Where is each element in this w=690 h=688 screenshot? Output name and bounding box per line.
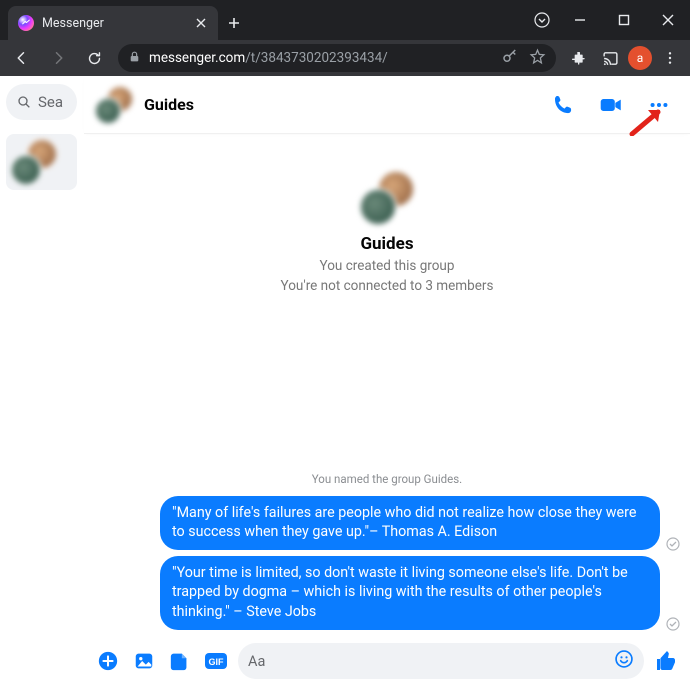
browser-tab[interactable]: Messenger: [8, 6, 218, 40]
browser-toolbar: messenger.com/t/3843730202393434/ a: [0, 40, 690, 76]
header-group-avatar: [94, 85, 134, 125]
delivery-receipt-icon: [666, 536, 680, 550]
hero-connection-text: You're not connected to 3 members: [94, 278, 680, 294]
message-row: "Many of life's failures are people who …: [94, 496, 680, 551]
extensions-button[interactable]: [564, 44, 592, 72]
open-actions-button[interactable]: [94, 647, 122, 675]
delivery-receipt-icon: [666, 616, 680, 630]
video-call-button[interactable]: [594, 88, 628, 122]
star-icon[interactable]: [529, 48, 546, 69]
hero-title: Guides: [94, 234, 680, 254]
like-button[interactable]: [652, 647, 680, 675]
back-button[interactable]: [6, 42, 38, 74]
search-placeholder: Sea: [38, 93, 63, 111]
reload-button[interactable]: [78, 42, 110, 74]
close-tab-icon[interactable]: [194, 14, 208, 33]
address-bar[interactable]: messenger.com/t/3843730202393434/: [118, 44, 556, 72]
profile-button[interactable]: a: [628, 46, 652, 70]
browser-menu-button[interactable]: [656, 44, 684, 72]
window-titlebar: Messenger: [0, 0, 690, 40]
composer: GIF Aa: [84, 640, 690, 688]
photo-button[interactable]: [130, 647, 158, 675]
audio-call-button[interactable]: [546, 88, 580, 122]
message-input[interactable]: Aa: [238, 643, 644, 679]
message-thread[interactable]: Guides You created this group You're not…: [84, 134, 690, 640]
profile-initial: a: [637, 51, 644, 65]
group-avatar: [10, 138, 58, 186]
conversation-header: Guides: [84, 76, 690, 134]
conversation-item[interactable]: [6, 134, 77, 190]
message-placeholder: Aa: [248, 653, 614, 670]
forward-button[interactable]: [42, 42, 74, 74]
gif-button[interactable]: GIF: [202, 647, 230, 675]
search-icon: [16, 94, 32, 110]
thread-hero: Guides You created this group You're not…: [94, 142, 680, 294]
messenger-icon: [18, 15, 34, 31]
search-input[interactable]: Sea: [6, 84, 77, 120]
system-message: You named the group Guides.: [94, 472, 680, 486]
svg-text:GIF: GIF: [209, 657, 225, 667]
window-controls: [532, 0, 690, 40]
cast-button[interactable]: [596, 44, 624, 72]
conversation-main: Guides Guides You crea: [84, 76, 690, 688]
messenger-app: Sea Guides: [0, 76, 690, 688]
window-close-button[interactable]: [646, 4, 690, 36]
message-row: "Your time is limited, so don't waste it…: [94, 556, 680, 630]
outgoing-message[interactable]: "Your time is limited, so don't waste it…: [160, 556, 660, 630]
annotation-arrow: [628, 106, 668, 136]
lock-icon: [128, 50, 141, 67]
emoji-picker-button[interactable]: [614, 649, 634, 673]
url-text: messenger.com/t/3843730202393434/: [149, 50, 388, 66]
chevron-down-circle-icon[interactable]: [532, 10, 552, 30]
sticker-button[interactable]: [166, 647, 194, 675]
sidebar: Sea: [0, 76, 84, 688]
hero-created-text: You created this group: [94, 258, 680, 274]
conversation-title: Guides: [144, 95, 194, 114]
hero-group-avatar: [359, 170, 415, 226]
window-minimize-button[interactable]: [558, 4, 602, 36]
key-icon[interactable]: [501, 47, 519, 69]
outgoing-message[interactable]: "Many of life's failures are people who …: [160, 496, 660, 551]
new-tab-button[interactable]: [218, 7, 250, 40]
tab-title: Messenger: [42, 16, 104, 31]
window-maximize-button[interactable]: [602, 4, 646, 36]
